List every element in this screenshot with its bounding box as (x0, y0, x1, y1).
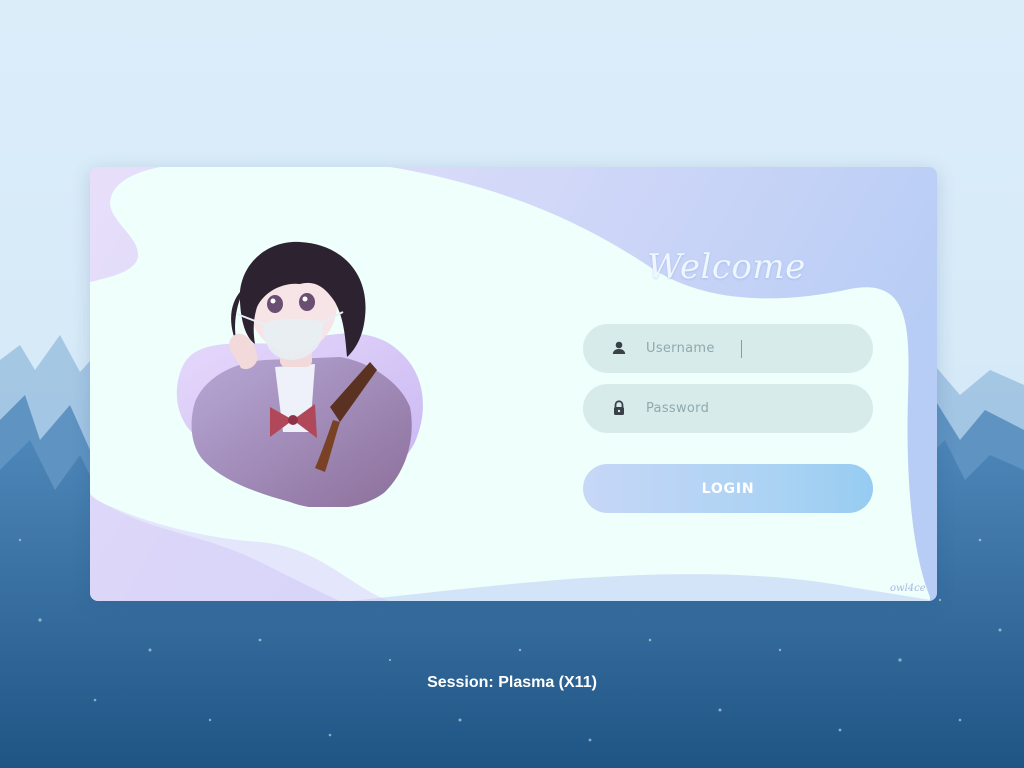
text-caret (741, 340, 742, 358)
welcome-title: Welcome (647, 247, 806, 287)
login-card: Welcome LOGIN owl4ce (90, 167, 937, 601)
session-selector[interactable]: Session: Plasma (X11) (312, 674, 712, 692)
password-input[interactable] (646, 384, 846, 433)
avatar (176, 241, 423, 507)
lock-icon (614, 400, 624, 415)
artist-signature: owl4ce (890, 583, 926, 594)
username-input[interactable] (646, 324, 846, 373)
password-field[interactable] (583, 384, 873, 433)
user-icon (612, 341, 626, 354)
login-button[interactable]: LOGIN (583, 464, 873, 513)
username-field[interactable] (583, 324, 873, 373)
